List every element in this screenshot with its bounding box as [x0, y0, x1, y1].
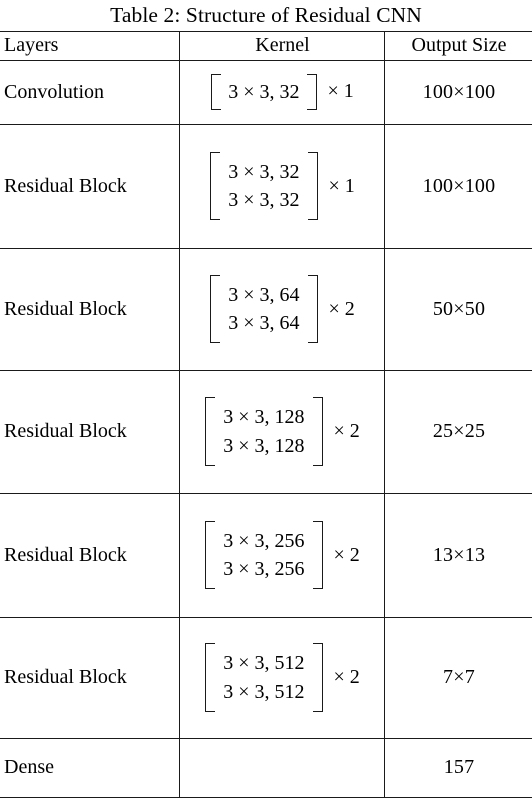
kernel-cell: 3 × 3, 32 3 × 3, 32 × 1	[181, 124, 384, 248]
kernel-line: 3 × 3, 32	[228, 160, 300, 183]
kernel-rows: 3 × 3, 32 3 × 3, 32	[219, 152, 308, 221]
output-size-cell: 7×7	[386, 617, 532, 738]
kernel-repeat: × 2	[333, 543, 360, 566]
layer-name: Residual Block	[4, 543, 127, 566]
bracket-left-icon	[205, 520, 216, 590]
layer-name: Residual Block	[4, 297, 127, 320]
table-figure: Table 2: Structure of Residual CNN Layer…	[0, 0, 532, 802]
kernel-expression: 3 × 3, 32 3 × 3, 32 × 1	[210, 151, 355, 221]
bracket-left-icon	[211, 73, 222, 111]
kernel-expression: 3 × 3, 256 3 × 3, 256 × 2	[205, 520, 360, 590]
bracket-right-icon	[306, 73, 317, 111]
output-size-cell: 100×100	[386, 60, 532, 124]
kernel-matrix: 3 × 3, 32	[211, 73, 317, 111]
kernel-matrix: 3 × 3, 512 3 × 3, 512	[205, 643, 323, 712]
column-header-kernel: Kernel	[181, 31, 384, 60]
kernel-expression: 3 × 3, 64 3 × 3, 64 × 2	[210, 274, 355, 344]
kernel-cell: 3 × 3, 128 3 × 3, 128 × 2	[181, 370, 384, 493]
layer-name: Dense	[4, 756, 54, 778]
kernel-line: 3 × 3, 128	[223, 406, 305, 429]
kernel-repeat: × 1	[328, 174, 355, 197]
bracket-right-icon	[307, 151, 318, 221]
table-row: Residual Block	[4, 493, 178, 617]
column-header-output-size: Output Size	[386, 31, 532, 60]
kernel-cell: 3 × 3, 32 × 1	[181, 60, 384, 124]
table-row: Residual Block	[4, 370, 178, 493]
kernel-expression: 3 × 3, 512 3 × 3, 512 × 2	[205, 643, 360, 712]
kernel-cell	[181, 738, 384, 797]
output-size-value: 157	[443, 756, 475, 778]
kernel-repeat: × 2	[328, 297, 355, 320]
layer-name: Residual Block	[4, 666, 127, 688]
output-size-cell: 13×13	[386, 493, 532, 617]
layer-name: Residual Block	[4, 420, 127, 442]
residual-cnn-table: Layers Kernel Output Size Convolution 3 …	[0, 31, 532, 798]
output-size-value: 50×50	[432, 297, 486, 320]
output-size-cell: 157	[386, 738, 532, 797]
kernel-line: 3 × 3, 32	[228, 80, 300, 103]
kernel-rows: 3 × 3, 64 3 × 3, 64	[219, 275, 308, 344]
kernel-expression: 3 × 3, 32 × 1	[211, 73, 354, 111]
layer-name: Residual Block	[4, 174, 127, 197]
table-caption: Table 2: Structure of Residual CNN	[110, 3, 422, 27]
kernel-expression: 3 × 3, 128 3 × 3, 128 × 2	[205, 397, 360, 466]
kernel-matrix: 3 × 3, 128 3 × 3, 128	[205, 397, 323, 466]
table-row: Residual Block	[4, 248, 178, 370]
kernel-line: 3 × 3, 128	[223, 434, 305, 457]
bracket-left-icon	[205, 643, 216, 712]
output-size-cell: 50×50	[386, 248, 532, 370]
kernel-line: 3 × 3, 256	[223, 558, 305, 580]
output-size-cell: 25×25	[386, 370, 532, 493]
column-header-output-size-label: Output Size	[411, 34, 507, 56]
output-size-value: 7×7	[443, 666, 475, 688]
kernel-rows: 3 × 3, 512 3 × 3, 512	[214, 643, 313, 712]
kernel-repeat: × 1	[327, 80, 354, 103]
kernel-matrix: 3 × 3, 64 3 × 3, 64	[210, 274, 318, 344]
layer-name: Convolution	[4, 80, 105, 103]
table-row: Dense	[4, 738, 178, 797]
kernel-line: 3 × 3, 512	[223, 652, 305, 675]
output-size-value: 13×13	[432, 543, 486, 566]
kernel-line: 3 × 3, 64	[228, 312, 300, 334]
column-divider-kernel-output	[384, 31, 385, 797]
bracket-right-icon	[312, 397, 323, 466]
bracket-right-icon	[312, 643, 323, 712]
table-bottom-rule	[0, 797, 532, 798]
output-size-cell: 100×100	[386, 124, 532, 248]
kernel-line: 3 × 3, 512	[223, 680, 305, 703]
kernel-line: 3 × 3, 256	[223, 529, 305, 552]
kernel-rows: 3 × 3, 32	[220, 76, 307, 108]
output-size-value: 100×100	[422, 80, 496, 103]
bracket-left-icon	[205, 397, 216, 466]
column-header-layers: Layers	[4, 31, 178, 60]
column-header-layers-label: Layers	[4, 34, 59, 56]
kernel-rows: 3 × 3, 128 3 × 3, 128	[214, 397, 313, 466]
column-divider-layers-kernel	[179, 31, 180, 797]
kernel-cell: 3 × 3, 512 3 × 3, 512 × 2	[181, 617, 384, 738]
kernel-matrix: 3 × 3, 256 3 × 3, 256	[205, 520, 323, 590]
kernel-cell: 3 × 3, 256 3 × 3, 256 × 2	[181, 493, 384, 617]
kernel-matrix: 3 × 3, 32 3 × 3, 32	[210, 151, 318, 221]
kernel-cell: 3 × 3, 64 3 × 3, 64 × 2	[181, 248, 384, 370]
bracket-left-icon	[210, 151, 221, 221]
bracket-right-icon	[307, 274, 318, 344]
kernel-line: 3 × 3, 32	[228, 189, 300, 211]
table-row: Convolution	[4, 60, 178, 124]
bracket-right-icon	[312, 520, 323, 590]
bracket-left-icon	[210, 274, 221, 344]
output-size-value: 100×100	[422, 174, 496, 197]
kernel-repeat: × 2	[333, 666, 360, 688]
output-size-value: 25×25	[432, 420, 486, 442]
kernel-line: 3 × 3, 64	[228, 283, 300, 306]
kernel-rows: 3 × 3, 256 3 × 3, 256	[214, 521, 313, 590]
kernel-repeat: × 2	[333, 420, 360, 442]
table-row: Residual Block	[4, 617, 178, 738]
column-header-kernel-label: Kernel	[255, 34, 310, 56]
table-row: Residual Block	[4, 124, 178, 248]
